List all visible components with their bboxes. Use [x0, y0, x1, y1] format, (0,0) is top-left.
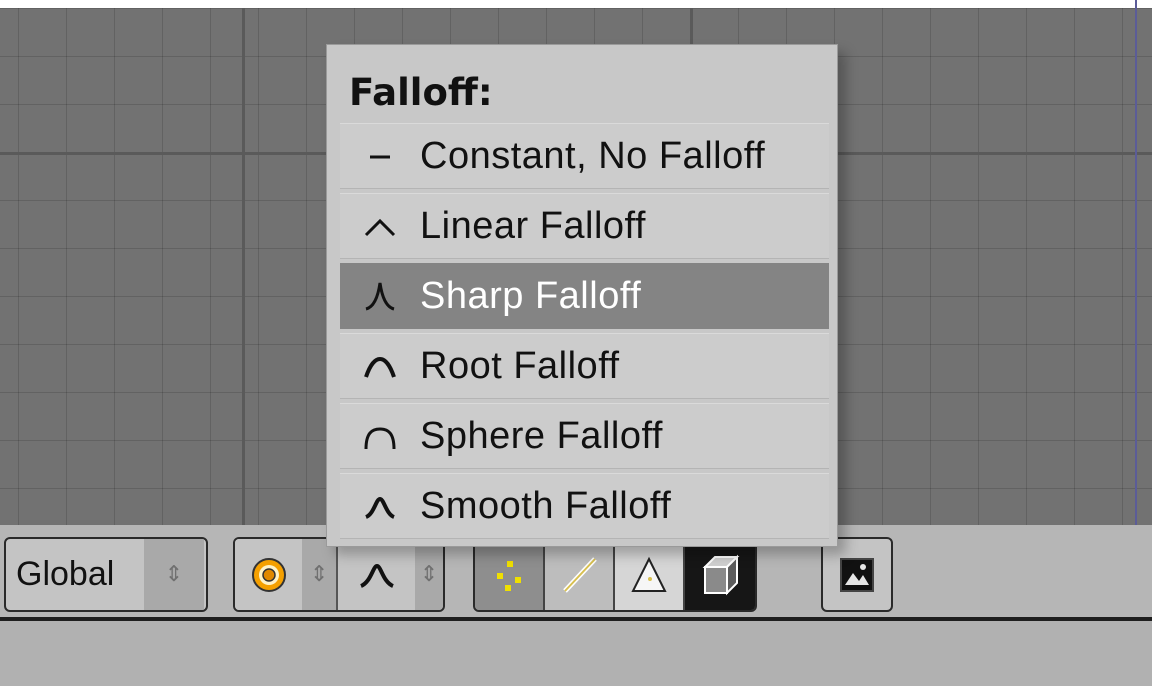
- updown-arrows-icon: ⇕: [302, 539, 337, 610]
- sphere-falloff-icon: [340, 404, 420, 468]
- menu-item-smooth-falloff[interactable]: Smooth Falloff: [340, 473, 829, 539]
- orientation-value: Global: [16, 555, 115, 593]
- lower-panel: [0, 621, 1152, 686]
- orientation-select[interactable]: Global ⇕: [4, 537, 208, 612]
- cube-icon: [702, 554, 740, 595]
- render-image-icon: [840, 557, 874, 592]
- smooth-falloff-icon: [359, 563, 394, 588]
- menu-item-linear-falloff[interactable]: Linear Falloff: [340, 193, 829, 259]
- menu-item-label: Smooth Falloff: [420, 484, 672, 527]
- smooth-falloff-icon: [340, 474, 420, 538]
- edge-select-icon: [563, 556, 597, 593]
- menu-item-sphere-falloff[interactable]: Sphere Falloff: [340, 403, 829, 469]
- menu-title: Falloff:: [349, 71, 493, 114]
- viewport-right-border: [1135, 0, 1137, 530]
- menu-item-sharp-falloff[interactable]: Sharp Falloff: [340, 263, 829, 329]
- menu-item-label: Constant, No Falloff: [420, 134, 766, 177]
- face-select-icon: [631, 556, 667, 592]
- menu-item-label: Root Falloff: [420, 344, 620, 387]
- menu-item-label: Sharp Falloff: [420, 274, 642, 317]
- falloff-popup-menu: Falloff: Constant, No Falloff Linear Fal…: [326, 44, 838, 547]
- menu-item-constant-falloff[interactable]: Constant, No Falloff: [340, 123, 829, 189]
- sharp-falloff-icon: [340, 264, 420, 328]
- viewport-top-edge: [0, 0, 1152, 8]
- proportional-edit-toggle[interactable]: [235, 539, 303, 610]
- updown-arrows-icon: ⇕: [144, 539, 204, 610]
- linear-falloff-icon: [340, 194, 420, 258]
- menu-item-root-falloff[interactable]: Root Falloff: [340, 333, 829, 399]
- vertex-select-icon: [497, 560, 521, 591]
- menu-item-label: Sphere Falloff: [420, 414, 663, 457]
- constant-falloff-icon: [340, 124, 420, 188]
- proportional-edit-icon: [251, 557, 286, 592]
- root-falloff-icon: [340, 334, 420, 398]
- menu-item-label: Linear Falloff: [420, 204, 646, 247]
